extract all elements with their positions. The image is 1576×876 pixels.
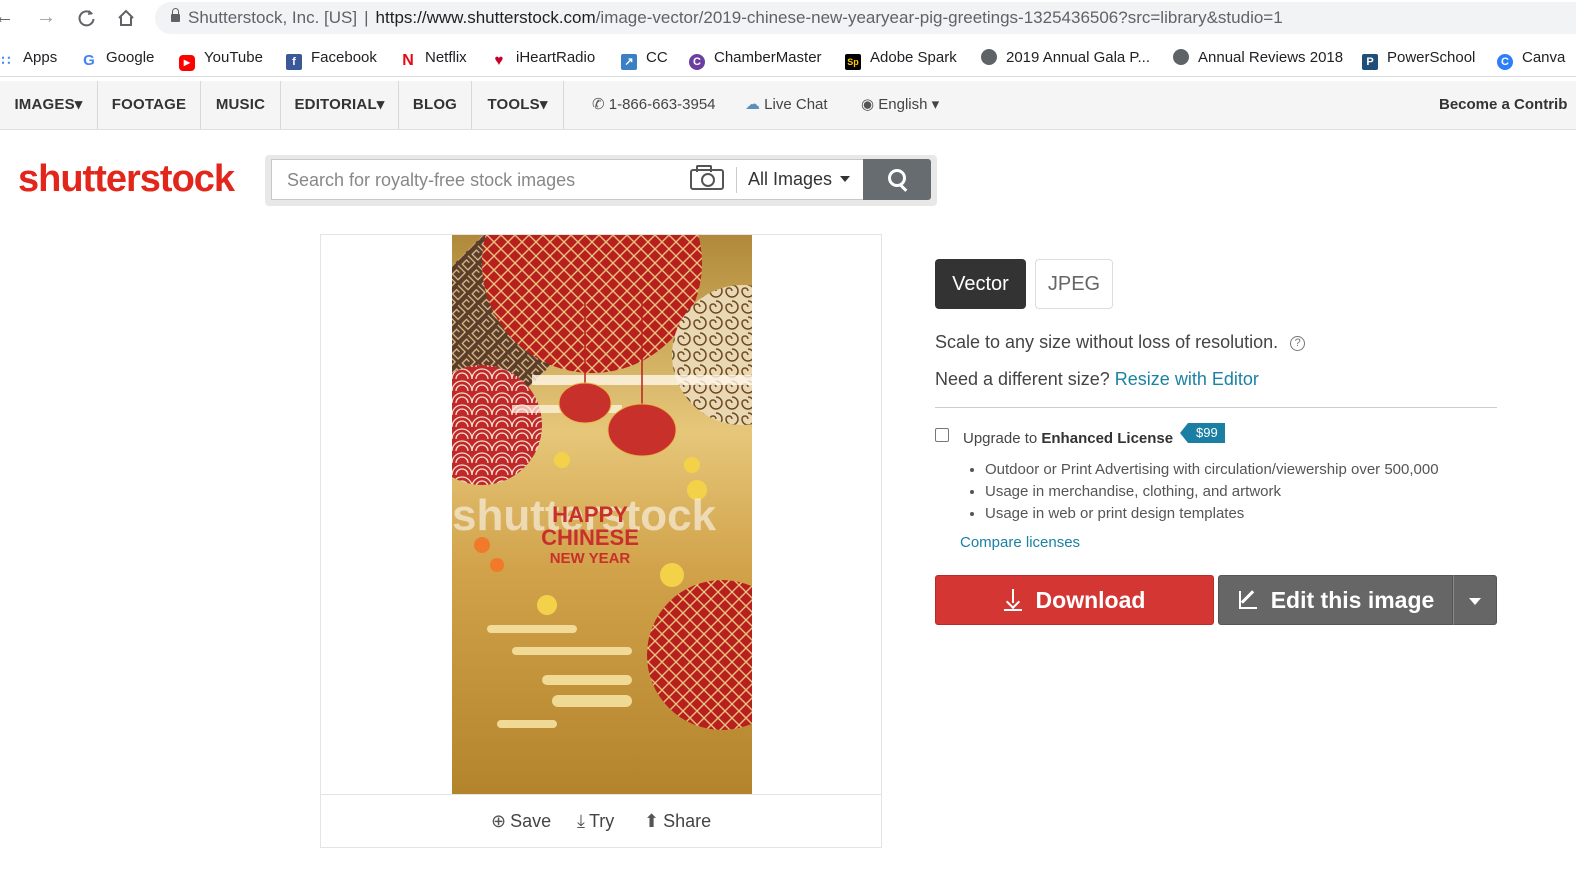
download-arrow-icon: ⤓: [577, 811, 585, 831]
scale-description: Scale to any size without loss of resolu…: [935, 332, 1306, 353]
bookmark-apps[interactable]: ∷ Apps: [0, 48, 58, 68]
forward-icon[interactable]: →: [36, 6, 56, 29]
globe-icon: [1173, 49, 1189, 65]
address-bar[interactable]: Shutterstock, Inc. [US] | https://www.shut…: [155, 2, 1576, 34]
edit-options-dropdown[interactable]: [1453, 575, 1497, 625]
bookmark-chambermaster[interactable]: C ChamberMaster: [689, 48, 822, 70]
bookmark-canva[interactable]: C Canva: [1497, 48, 1565, 70]
nav-blog[interactable]: BLOG: [399, 81, 472, 129]
bookmark-adobe-spark[interactable]: Sp Adobe Spark: [845, 48, 957, 70]
image-preview-panel: shutterstock HAPPY CHINESE NEW YEAR ⊕ Sav…: [320, 234, 882, 848]
bookmark-cc[interactable]: ↗ CC: [621, 48, 668, 70]
url-path: /image-vector/2019-chinese-new-yearyear-…: [595, 8, 1283, 27]
bookmark-facebook[interactable]: f Facebook: [286, 48, 377, 70]
plus-circle-icon: ⊕: [491, 811, 507, 831]
bookmark-powerschool[interactable]: P PowerSchool: [1362, 48, 1475, 70]
phone-icon: ✆: [592, 96, 605, 113]
language-selector[interactable]: ◉ English ▾: [861, 81, 939, 129]
nav-music[interactable]: MUSIC: [201, 81, 281, 129]
chat-bubble-icon: ☁: [745, 96, 760, 113]
live-chat-link[interactable]: ☁ Live Chat: [745, 81, 828, 129]
site-nav: IMAGES▾ FOOTAGE MUSIC EDITORIAL▾ BLOG TO…: [0, 81, 1576, 130]
facebook-icon: f: [286, 54, 302, 70]
search-icon: [888, 169, 906, 187]
shutterstock-logo[interactable]: shutterstock: [18, 158, 235, 201]
bookmark-iheartradio[interactable]: ♥ iHeartRadio: [491, 48, 596, 69]
search-divider: [736, 167, 737, 193]
browser-toolbar: ← → Shutterstock, Inc. [US] | https://www.…: [0, 0, 1576, 36]
list-item: Outdoor or Print Advertising with circul…: [985, 459, 1439, 481]
phone-link[interactable]: ✆ 1-866-663-3954: [592, 81, 716, 129]
bookmarks-bar: ∷ Apps G Google ▶ YouTube f Facebook N Netfli…: [0, 40, 1576, 77]
list-item: Usage in merchandise, clothing, and artw…: [985, 481, 1439, 503]
globe-icon: [981, 49, 997, 65]
try-button[interactable]: ⤓ Try: [577, 811, 614, 832]
greeting-chinese: CHINESE: [541, 525, 639, 550]
greeting-happy: HAPPY: [552, 502, 628, 527]
nav-images[interactable]: IMAGES▾: [0, 81, 98, 129]
divider: [935, 407, 1497, 408]
search-bar: All Images: [265, 155, 937, 206]
list-item: Usage in web or print design templates: [985, 503, 1439, 525]
resize-with-editor-link[interactable]: Resize with Editor: [1115, 369, 1259, 389]
youtube-icon: ▶: [179, 55, 195, 71]
bookmark-google[interactable]: G Google: [81, 48, 154, 69]
save-button[interactable]: ⊕ Save: [491, 811, 551, 832]
back-icon[interactable]: ←: [0, 6, 14, 29]
chambermaster-icon: C: [689, 54, 705, 70]
help-icon[interactable]: ?: [1290, 336, 1306, 351]
size-prompt: Need a different size? Resize with Edito…: [935, 369, 1259, 389]
format-jpeg-button[interactable]: JPEG: [1035, 259, 1113, 309]
enhanced-license-label[interactable]: Upgrade to Enhanced License: [963, 430, 1173, 447]
canva-icon: C: [1497, 54, 1513, 70]
bookmark-annual-gala[interactable]: 2019 Annual Gala P...: [981, 48, 1150, 68]
netflix-icon: N: [402, 52, 414, 69]
enhanced-license-checkbox[interactable]: [935, 428, 949, 442]
caret-down-icon: [840, 176, 851, 182]
search-box: All Images: [271, 159, 863, 201]
chinese-new-year-artwork: shutterstock HAPPY CHINESE NEW YEAR: [452, 235, 752, 794]
search-button[interactable]: [863, 159, 931, 200]
edit-icon: [1237, 589, 1259, 611]
format-vector-button[interactable]: Vector: [935, 259, 1026, 309]
google-icon: G: [83, 52, 95, 69]
site-owner: Shutterstock, Inc. [US]: [188, 8, 358, 27]
nav-editorial[interactable]: EDITORIAL▾: [281, 81, 399, 129]
search-input[interactable]: [272, 160, 699, 201]
greeting-new-year: NEW YEAR: [550, 550, 631, 567]
bookmark-annual-reviews[interactable]: Annual Reviews 2018: [1173, 48, 1343, 68]
nav-footage[interactable]: FOOTAGE: [98, 81, 201, 129]
powerschool-icon: P: [1362, 54, 1378, 70]
reload-icon[interactable]: [77, 8, 97, 28]
bookmark-netflix[interactable]: N Netflix: [400, 48, 466, 69]
bookmark-youtube[interactable]: ▶ YouTube: [179, 48, 263, 71]
image-type-dropdown[interactable]: All Images: [748, 160, 851, 199]
adobe-spark-icon: Sp: [845, 54, 861, 70]
become-contributor-link[interactable]: Become a Contrib: [1439, 81, 1567, 129]
edit-image-button[interactable]: Edit this image: [1218, 575, 1453, 625]
download-icon: [1003, 589, 1022, 611]
nav-tools[interactable]: TOOLS▾: [472, 81, 564, 129]
license-benefits-list: Outdoor or Print Advertising with circul…: [967, 459, 1439, 525]
camera-search-icon[interactable]: [690, 165, 724, 190]
globe-icon: ◉: [861, 96, 875, 113]
price-badge: $99: [1180, 423, 1225, 443]
share-button[interactable]: ⬆ Share: [644, 811, 711, 832]
iheartradio-icon: ♥: [494, 52, 504, 69]
download-button[interactable]: Download: [935, 575, 1214, 625]
compare-licenses-link[interactable]: Compare licenses: [960, 534, 1080, 551]
lock-icon: [171, 8, 180, 22]
url-host: https://www.shutterstock.com: [375, 8, 596, 27]
share-icon: ⬆: [644, 811, 660, 831]
cc-icon: ↗: [621, 54, 637, 70]
home-icon[interactable]: [116, 8, 136, 28]
apps-grid-icon: ∷: [1, 52, 11, 68]
preview-image[interactable]: shutterstock HAPPY CHINESE NEW YEAR: [452, 235, 752, 794]
image-actions: ⊕ Save ⤓ Try ⬆ Share: [321, 794, 881, 848]
